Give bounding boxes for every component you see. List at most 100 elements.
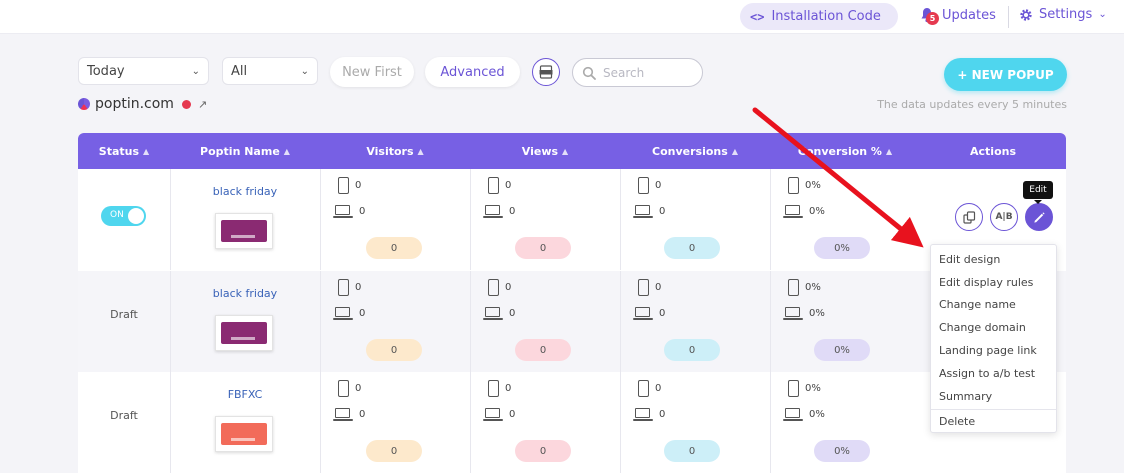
date-filter-value: Today <box>87 63 125 79</box>
desktop-icon <box>333 307 353 320</box>
visitors-total: 0 <box>366 440 422 462</box>
search-box[interactable] <box>572 58 703 87</box>
settings-menu[interactable]: Settings ⌄ <box>1019 7 1107 22</box>
gear-icon <box>1020 8 1032 21</box>
duplicate-icon <box>962 210 975 224</box>
column-divider <box>620 372 621 473</box>
ab-test-button[interactable]: A|B <box>990 203 1018 231</box>
new-first-button[interactable]: New First <box>330 57 414 87</box>
desktop-icon <box>483 205 503 218</box>
site-domain[interactable]: poptin.com ↗ <box>78 96 207 112</box>
column-divider <box>770 372 771 473</box>
edit-button[interactable] <box>1025 203 1053 231</box>
table-row: Draft FBFXC 0 0 0 0 0 0 0 0 0 0% 0% 0% <box>78 372 1066 473</box>
poptin-thumbnail[interactable] <box>215 315 273 351</box>
conversion-pct-total: 0% <box>814 339 870 361</box>
visitors-mobile: 0 <box>338 380 361 397</box>
header-status[interactable]: Status ▲︎ <box>78 133 170 169</box>
xls-file-icon <box>539 65 553 79</box>
sort-icon: ▲︎ <box>283 146 290 156</box>
external-link-icon[interactable]: ↗ <box>198 98 207 111</box>
column-divider <box>320 271 321 372</box>
ab-test-label: A|B <box>995 212 1013 222</box>
export-xls-button[interactable] <box>532 58 560 86</box>
views-mobile: 0 <box>488 279 511 296</box>
desktop-icon <box>483 408 503 421</box>
sort-icon: ▲︎ <box>143 146 150 156</box>
menu-item-edit-design[interactable]: Edit design <box>931 248 1056 271</box>
desktop-icon <box>633 205 653 218</box>
conversions-desktop: 0 <box>633 408 665 421</box>
menu-item-delete[interactable]: Delete <box>931 411 1056 434</box>
advanced-button[interactable]: Advanced <box>425 57 520 87</box>
poptin-thumbnail[interactable] <box>215 416 273 452</box>
desktop-icon <box>333 205 353 218</box>
mobile-icon <box>788 380 799 397</box>
installation-code-button[interactable]: <> Installation Code <box>740 3 898 30</box>
desktop-icon <box>333 408 353 421</box>
conversions-mobile: 0 <box>638 177 661 194</box>
poptin-name-link[interactable]: black friday <box>170 287 320 300</box>
updates-label: Updates <box>942 7 996 23</box>
poptin-name-link[interactable]: black friday <box>170 185 320 198</box>
status-toggle[interactable]: ON <box>101 206 146 226</box>
desktop-icon <box>633 408 653 421</box>
menu-divider <box>931 408 1056 410</box>
top-bar: <> Installation Code 5 Updates Settings … <box>0 0 1124 34</box>
column-divider <box>470 372 471 473</box>
conversion-pct-desktop: 0% <box>783 408 825 421</box>
column-divider <box>620 169 621 270</box>
type-filter-select[interactable]: All ⌄ <box>222 57 318 85</box>
mobile-icon <box>338 380 349 397</box>
poptin-name-link[interactable]: FBFXC <box>170 388 320 401</box>
site-status-dot <box>181 99 191 109</box>
views-mobile: 0 <box>488 380 511 397</box>
menu-item-summary[interactable]: Summary <box>931 385 1056 408</box>
header-conversion-pct[interactable]: Conversion % ▲︎ <box>770 133 920 169</box>
visitors-desktop: 0 <box>333 205 365 218</box>
menu-item-change-domain[interactable]: Change domain <box>931 316 1056 339</box>
menu-item-landing-page-link[interactable]: Landing page link <box>931 339 1056 362</box>
column-divider <box>770 271 771 372</box>
conversion-pct-total: 0% <box>814 440 870 462</box>
visitors-mobile: 0 <box>338 279 361 296</box>
menu-item-assign-ab-test[interactable]: Assign to a/b test <box>931 362 1056 385</box>
duplicate-button[interactable] <box>955 203 983 231</box>
search-input[interactable] <box>603 65 693 80</box>
bell-icon: 5 <box>920 7 939 25</box>
header-conversions[interactable]: Conversions ▲︎ <box>620 133 770 169</box>
conversions-desktop: 0 <box>633 205 665 218</box>
views-total: 0 <box>515 440 571 462</box>
status-label: Draft <box>110 308 138 321</box>
visitors-mobile: 0 <box>338 177 361 194</box>
menu-item-change-name[interactable]: Change name <box>931 294 1056 317</box>
mobile-icon <box>638 177 649 194</box>
date-filter-select[interactable]: Today ⌄ <box>78 57 209 85</box>
desktop-icon <box>483 307 503 320</box>
views-desktop: 0 <box>483 408 515 421</box>
mobile-icon <box>338 279 349 296</box>
column-divider <box>470 169 471 270</box>
menu-item-edit-display-rules[interactable]: Edit display rules <box>931 271 1056 294</box>
header-poptin-name[interactable]: Poptin Name ▲︎ <box>170 133 320 169</box>
conversions-total: 0 <box>664 339 720 361</box>
views-total: 0 <box>515 339 571 361</box>
mobile-icon <box>788 279 799 296</box>
updates-button[interactable]: 5 Updates <box>920 7 996 25</box>
conversions-total: 0 <box>664 440 720 462</box>
column-divider <box>620 271 621 372</box>
header-views[interactable]: Views ▲︎ <box>470 133 620 169</box>
conversion-pct-mobile: 0% <box>788 177 821 194</box>
poptin-thumbnail[interactable] <box>215 213 273 249</box>
update-note: The data updates every 5 minutes <box>877 98 1067 111</box>
conversion-pct-total: 0% <box>814 237 870 259</box>
thumbnail-preview <box>221 220 267 242</box>
conversion-pct-desktop: 0% <box>783 307 825 320</box>
search-icon <box>582 66 596 80</box>
new-popup-button[interactable]: + NEW POPUP <box>944 58 1067 91</box>
header-visitors[interactable]: Visitors ▲︎ <box>320 133 470 169</box>
sort-icon: ▲︎ <box>417 146 424 156</box>
toggle-knob <box>128 208 144 224</box>
site-favicon-icon <box>78 98 90 110</box>
type-filter-value: All <box>231 63 248 79</box>
